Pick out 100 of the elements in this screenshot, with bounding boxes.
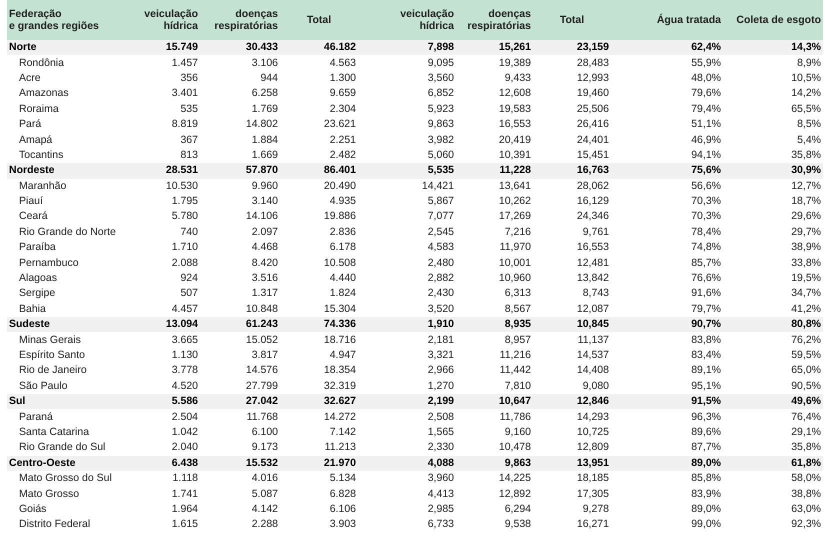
table-cell-text: 5,923 <box>426 102 455 117</box>
table-cell-text: 10,960 <box>498 271 532 286</box>
table-cell-text: 29,1% <box>790 424 822 440</box>
table-cell-text: 9,538 <box>504 517 532 532</box>
table-cell-text: 89,6% <box>690 424 722 440</box>
table-cell-text: 1.615 <box>170 517 199 532</box>
table-cell: 6.438 <box>140 456 200 471</box>
table-cell: 3,960 <box>358 470 456 486</box>
table-cell: 1.118 <box>140 470 200 486</box>
table-cell-text: 6,852 <box>426 86 455 102</box>
table-cell: Maranhão <box>7 178 140 194</box>
table-cell-text: 34,7% <box>790 286 822 302</box>
table-cell-text: Pará <box>18 117 42 132</box>
table-cell: 32.627 <box>280 394 358 410</box>
table-cell: 15,261 <box>456 40 533 56</box>
table-cell: Bahia <box>7 302 140 318</box>
table-cell-text: 70,3% <box>690 209 722 224</box>
table-cell-text: 356 <box>179 70 199 86</box>
table-cell-text: 2.504 <box>170 410 199 425</box>
table-cell-text: 944 <box>259 70 279 86</box>
table-cell: 61.243 <box>200 317 280 332</box>
table-cell: 32.319 <box>280 378 358 394</box>
table-cell: 10.848 <box>200 302 280 318</box>
table-cell: 95,1% <box>611 378 723 394</box>
table-cell-text: 11,137 <box>576 332 610 348</box>
column-header: doenças respiratórias <box>456 0 533 40</box>
table-cell-text: 3.665 <box>170 332 199 348</box>
table-cell-text: 29,6% <box>790 209 822 224</box>
table-cell: 30.433 <box>200 40 280 56</box>
table-cell-text: Amazonas <box>18 86 70 102</box>
table-cell-text: 11.213 <box>324 440 357 456</box>
table-cell-text: 9.659 <box>328 86 357 102</box>
table-cell: 16,763 <box>533 163 611 179</box>
table-cell-text: 2.040 <box>170 440 199 456</box>
table-cell-text: 7,216 <box>504 224 532 240</box>
table-cell: 1,910 <box>358 317 456 332</box>
table-cell-text: 4,583 <box>426 240 455 256</box>
table-cell-text: 2,882 <box>426 271 455 286</box>
table-cell-text: 7.142 <box>328 424 357 440</box>
table-cell: 94,1% <box>611 148 723 164</box>
table-cell-text: 11,442 <box>498 363 532 378</box>
table-cell-text: 1.884 <box>250 132 279 148</box>
table-cell-text: 14.802 <box>244 117 279 132</box>
table-cell-text: 12,993 <box>576 70 610 86</box>
table-cell: Sudeste <box>7 317 140 332</box>
table-cell-text: 10,725 <box>576 424 610 440</box>
table-cell-text: 1.300 <box>328 70 357 86</box>
table-cell-text: 48,0% <box>690 70 722 86</box>
table-cell-text: 4.468 <box>250 240 279 256</box>
table-cell-text: 16,553 <box>576 240 610 256</box>
table-cell-text: 14.272 <box>322 410 357 425</box>
table-cell: 5.586 <box>140 394 200 410</box>
table-cell: 57.870 <box>200 163 280 179</box>
table-cell-text: 38,9% <box>790 240 822 256</box>
table-cell-text: 2,966 <box>426 363 455 378</box>
table-cell: 14,3% <box>723 40 823 56</box>
table-cell: 14,225 <box>456 470 533 486</box>
table-cell-text: 14,408 <box>576 363 610 378</box>
table-cell-text: 91,6% <box>690 286 722 302</box>
table-cell-text: 12,892 <box>498 486 532 502</box>
table-cell: 18,185 <box>533 470 611 486</box>
table-cell-text: 3.401 <box>170 86 199 102</box>
table-cell: 35,8% <box>723 148 823 164</box>
table-cell-text: 8.420 <box>250 256 279 271</box>
table-cell-text: 9,433 <box>504 70 532 86</box>
table-cell-text: 76,6% <box>690 271 722 286</box>
table-cell-text: 8,5% <box>796 117 822 132</box>
table-cell: 7,898 <box>358 40 456 56</box>
table-cell-text: 76,2% <box>790 332 822 348</box>
table-cell-text: 1.130 <box>170 348 199 363</box>
table-cell-text: 2,330 <box>426 440 455 456</box>
table-cell: 79,7% <box>611 302 723 318</box>
table-cell-text: 1.964 <box>170 502 199 517</box>
table-cell-text: 5,4% <box>796 132 822 148</box>
table-cell: 28,062 <box>533 178 611 194</box>
table-cell: 12,087 <box>533 302 611 318</box>
table-cell: 813 <box>140 148 200 164</box>
table-cell-text: 8,9% <box>796 56 822 71</box>
table-cell-text: Alagoas <box>18 271 58 286</box>
table-cell: 41,2% <box>723 302 823 318</box>
table-cell-text: 33,8% <box>790 256 822 271</box>
table-cell-text: 6.828 <box>328 486 357 502</box>
table-cell-text: 17,269 <box>498 209 532 224</box>
column-header: Federação e grandes regiões <box>7 0 140 40</box>
table-cell-text: 3.778 <box>170 363 199 378</box>
table-cell: Nordeste <box>7 163 140 179</box>
table-cell-text: 2,430 <box>426 286 455 302</box>
table-cell: 85,8% <box>611 470 723 486</box>
table-cell-text: 76,4% <box>790 410 822 425</box>
table-cell-text: 6,294 <box>504 502 532 517</box>
table-cell-text: 924 <box>179 271 199 286</box>
table-cell-text: 1.795 <box>170 194 199 210</box>
table-cell-text: 14,537 <box>576 348 610 363</box>
table-cell: 13,641 <box>456 178 533 194</box>
table-cell-text: Rio de Janeiro <box>18 363 88 378</box>
table-cell-text: 6.106 <box>328 502 357 517</box>
table-cell-text: 12,481 <box>576 256 610 271</box>
table-cell-text: 6.258 <box>250 86 279 102</box>
table-cell-text: 26,416 <box>576 117 610 132</box>
table-cell-text: 2.288 <box>250 517 279 532</box>
